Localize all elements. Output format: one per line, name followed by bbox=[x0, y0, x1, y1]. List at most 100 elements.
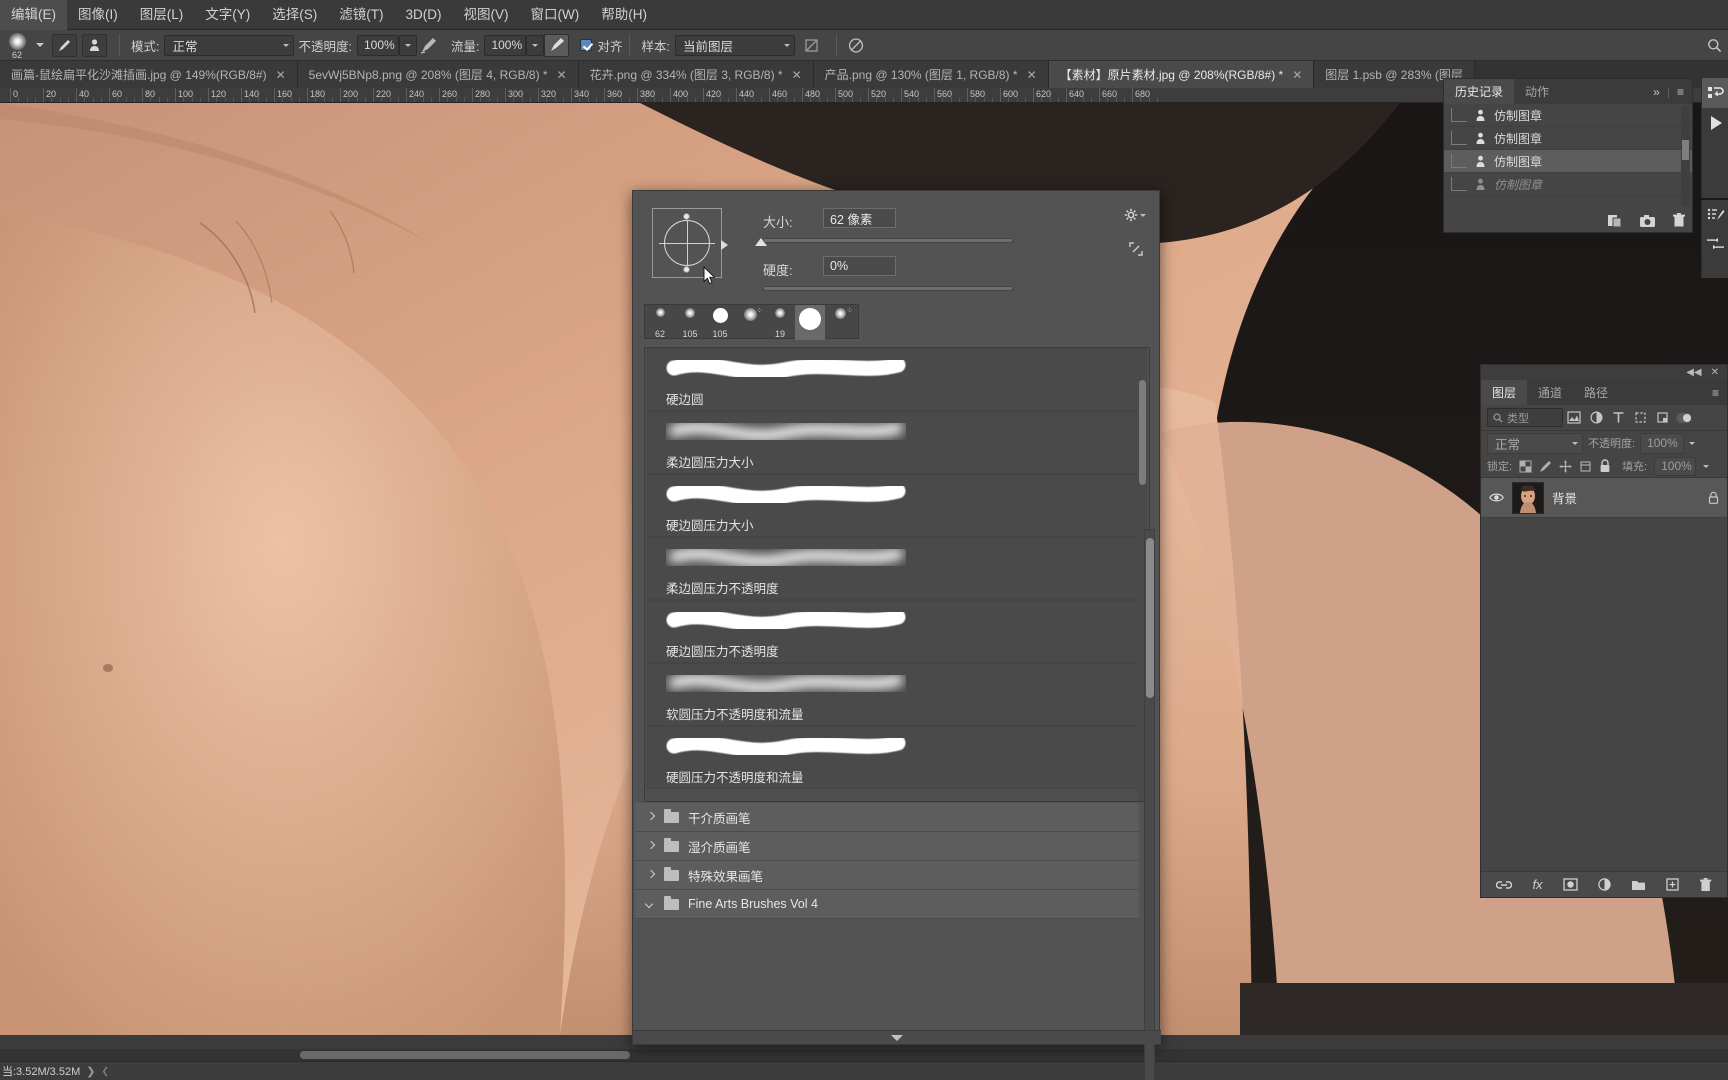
brush-list-item[interactable]: 硬边圆压力不透明度 bbox=[647, 600, 1147, 663]
search-icon[interactable] bbox=[1700, 38, 1728, 53]
history-panel[interactable]: 历史记录 动作 » | ≡ 仿制图章 仿制图章 仿制图章 仿制图章 bbox=[1443, 78, 1693, 233]
close-tab-icon[interactable]: ✕ bbox=[276, 68, 286, 82]
airbrush-toggle-button[interactable] bbox=[544, 33, 570, 57]
menu-layer[interactable]: 图层(L) bbox=[129, 0, 195, 30]
brush-list-item[interactable]: 硬圆压力不透明度和流量 bbox=[647, 726, 1147, 789]
document-tab[interactable]: 5evWj5BNp8.png @ 208% (图层 4, RGB/8) * ✕ bbox=[297, 61, 579, 88]
lock-all-icon[interactable] bbox=[1599, 459, 1611, 473]
brush-size-preset[interactable]: 105 bbox=[705, 305, 735, 340]
collapse-icon[interactable]: ◀◀ bbox=[1686, 367, 1701, 378]
lock-artboard-icon[interactable] bbox=[1579, 460, 1592, 473]
flow-dropdown[interactable] bbox=[526, 34, 545, 56]
brush-list-item[interactable]: 软圆压力不透明度和流量 bbox=[647, 663, 1147, 726]
chevron-right-icon[interactable] bbox=[646, 871, 655, 880]
clone-source-panel-button[interactable] bbox=[82, 33, 107, 57]
brush-roundness-handle-bottom[interactable] bbox=[683, 266, 690, 273]
default-brush-list[interactable]: 硬边圆 柔边圆压力大小 硬边圆压力大小 柔边圆压力不透明度 硬边圆压力不透明度 软圆压力不… bbox=[644, 347, 1150, 802]
chevron-down-icon[interactable] bbox=[1703, 464, 1710, 468]
filter-shape-icon[interactable] bbox=[1629, 408, 1651, 428]
scrollbar-thumb[interactable] bbox=[1139, 380, 1146, 485]
filter-smartobject-icon[interactable] bbox=[1651, 408, 1673, 428]
history-item[interactable]: 仿制图章 bbox=[1444, 150, 1692, 173]
layers-panel[interactable]: ◀◀ ✕ 图层 通道 路径 ≡ 类型 正常 不透明度: 100% 锁定: 填充:… bbox=[1480, 364, 1728, 898]
brush-size-input[interactable]: 62 像素 bbox=[823, 208, 896, 228]
layer-visibility-icon[interactable] bbox=[1489, 492, 1504, 503]
filter-adjustment-icon[interactable] bbox=[1585, 408, 1607, 428]
chevron-right-icon[interactable] bbox=[646, 813, 655, 822]
add-mask-icon[interactable] bbox=[1562, 878, 1578, 891]
opacity-dropdown[interactable] bbox=[398, 34, 417, 56]
layer-row[interactable]: 背景 bbox=[1481, 478, 1727, 518]
history-scrollbar[interactable] bbox=[1681, 106, 1690, 206]
layer-filter-select[interactable]: 类型 bbox=[1487, 408, 1563, 427]
menu-view[interactable]: 视图(V) bbox=[453, 0, 520, 30]
right-icon-rail-bottom[interactable] bbox=[1701, 200, 1728, 278]
filter-pixel-icon[interactable] bbox=[1563, 408, 1585, 428]
tab-actions[interactable]: 动作 bbox=[1514, 79, 1560, 104]
collapse-icon[interactable]: » bbox=[1653, 85, 1660, 99]
filter-type-icon[interactable] bbox=[1607, 408, 1629, 428]
scrollbar-thumb[interactable] bbox=[1146, 538, 1154, 698]
document-tab[interactable]: 花卉.png @ 334% (图层 3, RGB/8) * ✕ bbox=[578, 61, 814, 88]
brush-size-preset-strip[interactable]: 62 105 105 ⁘ 19 ⁘ bbox=[644, 304, 859, 340]
pressure-opacity-toggle-button[interactable] bbox=[417, 34, 442, 57]
chevron-down-icon[interactable] bbox=[1689, 441, 1696, 445]
status-expand-arrow-icon[interactable]: ❯ bbox=[86, 1065, 95, 1078]
scrollbar-thumb[interactable] bbox=[300, 1051, 630, 1059]
brush-size-preset[interactable]: 62 bbox=[645, 305, 675, 340]
tab-layers[interactable]: 图层 bbox=[1481, 380, 1528, 405]
ignore-adjustment-layers-button[interactable] bbox=[799, 34, 824, 57]
menu-help[interactable]: 帮助(H) bbox=[590, 0, 658, 30]
delete-icon[interactable] bbox=[1672, 213, 1686, 228]
chevron-right-icon[interactable] bbox=[646, 842, 655, 851]
panel-menu-icon[interactable]: ≡ bbox=[1712, 386, 1719, 400]
menu-image[interactable]: 图像(I) bbox=[67, 0, 129, 30]
brush-preset-picker[interactable]: 大小: 62 像素 硬度: 0% 62 105 105 ⁘ 19 ⁘ 硬边圆 柔边圆压力大小… bbox=[632, 190, 1161, 1080]
flow-input[interactable]: 100% bbox=[484, 34, 527, 56]
lock-transparent-pixels-icon[interactable] bbox=[1519, 460, 1532, 473]
history-item[interactable]: 仿制图章 bbox=[1444, 104, 1692, 127]
brush-list-item[interactable]: 柔边圆压力大小 bbox=[647, 411, 1147, 474]
brush-size-slider-knob[interactable] bbox=[755, 238, 767, 246]
aligned-checkbox-row[interactable]: 对齐 bbox=[580, 36, 622, 55]
layer-opacity-input[interactable]: 100% bbox=[1640, 432, 1685, 454]
brush-size-preset[interactable]: ⁘ bbox=[825, 305, 855, 340]
brush-panel-toggle-button[interactable] bbox=[52, 33, 77, 57]
brush-folder-row[interactable]: Fine Arts Brushes Vol 4 bbox=[635, 890, 1139, 919]
document-tab[interactable]: 产品.png @ 130% (图层 1, RGB/8) * ✕ bbox=[813, 61, 1049, 88]
close-tab-icon[interactable]: ✕ bbox=[557, 68, 567, 82]
new-snapshot-icon[interactable] bbox=[1639, 214, 1656, 228]
brush-size-preset[interactable] bbox=[795, 305, 825, 340]
brush-picker-resize-handle[interactable] bbox=[633, 1030, 1161, 1044]
brush-presets-rail-icon[interactable] bbox=[1702, 200, 1728, 230]
document-tab[interactable]: 画篇-鼠绘扁平化沙滩插画.jpg @ 149%(RGB/8#) ✕ bbox=[0, 61, 298, 88]
tab-channels[interactable]: 通道 bbox=[1527, 380, 1573, 405]
tab-history[interactable]: 历史记录 bbox=[1444, 79, 1515, 104]
brush-list-item[interactable]: 柔边圆压力不透明度 bbox=[647, 537, 1147, 600]
link-layers-icon[interactable] bbox=[1496, 879, 1513, 891]
delete-layer-icon[interactable] bbox=[1699, 877, 1712, 892]
history-item[interactable]: 仿制图章 bbox=[1444, 173, 1692, 196]
menu-type[interactable]: 文字(Y) bbox=[194, 0, 261, 30]
horizontal-scrollbar[interactable] bbox=[0, 1049, 1728, 1061]
lock-image-pixels-icon[interactable] bbox=[1539, 460, 1552, 473]
brush-list-item[interactable]: 硬边圆压力大小 bbox=[647, 474, 1147, 537]
actions-rail-icon[interactable] bbox=[1702, 108, 1728, 138]
history-item[interactable]: 仿制图章 bbox=[1444, 127, 1692, 150]
brush-angle-arrow-icon[interactable] bbox=[721, 240, 728, 250]
close-tab-icon[interactable]: ✕ bbox=[1027, 68, 1037, 82]
fill-input[interactable]: 100% bbox=[1654, 456, 1697, 476]
tab-paths[interactable]: 路径 bbox=[1573, 380, 1619, 405]
panel-menu-icon[interactable]: ≡ bbox=[1677, 85, 1684, 99]
menu-select[interactable]: 选择(S) bbox=[261, 0, 328, 30]
close-tab-icon[interactable]: ✕ bbox=[1292, 68, 1302, 82]
menu-3d[interactable]: 3D(D) bbox=[395, 0, 453, 30]
brush-size-slider[interactable] bbox=[763, 238, 1013, 243]
brush-size-preset[interactable]: ⁘ bbox=[735, 305, 765, 340]
brush-hardness-slider[interactable] bbox=[763, 286, 1013, 291]
brush-size-preset[interactable]: 105 bbox=[675, 305, 705, 340]
adjustment-layer-icon[interactable] bbox=[1597, 878, 1611, 891]
layer-style-icon[interactable]: fx bbox=[1532, 877, 1542, 892]
filter-toggle-switch[interactable] bbox=[1673, 408, 1695, 428]
chevron-down-icon[interactable] bbox=[646, 900, 655, 909]
